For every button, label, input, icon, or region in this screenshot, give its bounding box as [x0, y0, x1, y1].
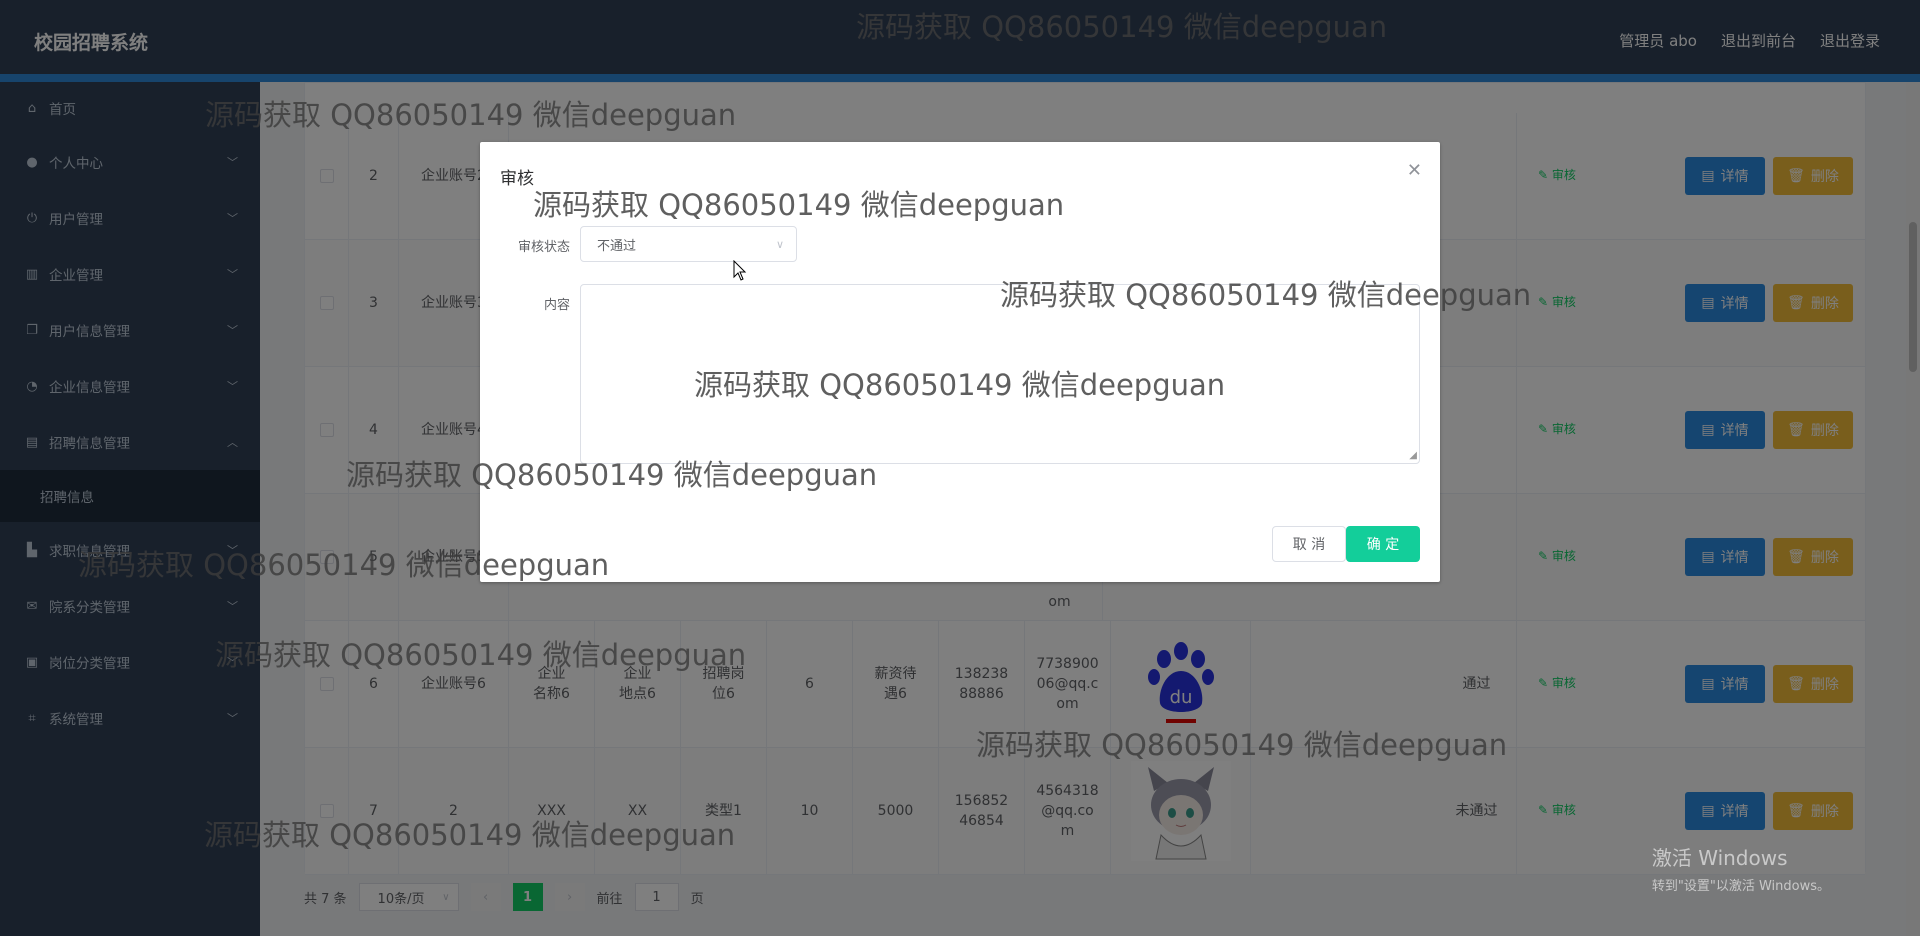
dialog-title: 审核 — [500, 169, 534, 189]
audit-status-value: 不通过 — [597, 238, 637, 254]
chevron-down-icon: ∨ — [775, 237, 784, 251]
content-label: 内容 — [543, 298, 570, 313]
content-textarea[interactable]: ◢ — [580, 284, 1420, 464]
status-label: 审核状态 — [517, 240, 570, 255]
windows-activation-notice: 激活 Windows 转到"设置"以激活 Windows。 — [1652, 842, 1830, 894]
cancel-button[interactable]: 取 消 — [1272, 526, 1346, 562]
windows-activation-hint: 转到"设置"以激活 Windows。 — [1651, 879, 1830, 894]
audit-dialog: 审核 ✕ 审核状态 不通过 ∨ 内容 ◢ 取 消 确 定 — [480, 142, 1440, 582]
confirm-button[interactable]: 确 定 — [1346, 526, 1420, 562]
audit-status-select[interactable]: 不通过 ∨ — [580, 226, 797, 262]
close-icon[interactable]: ✕ — [1407, 160, 1422, 181]
resize-handle-icon[interactable]: ◢ — [1409, 450, 1417, 461]
windows-activation-title: 激活 Windows — [1651, 846, 1788, 870]
mouse-cursor-icon — [733, 260, 747, 281]
